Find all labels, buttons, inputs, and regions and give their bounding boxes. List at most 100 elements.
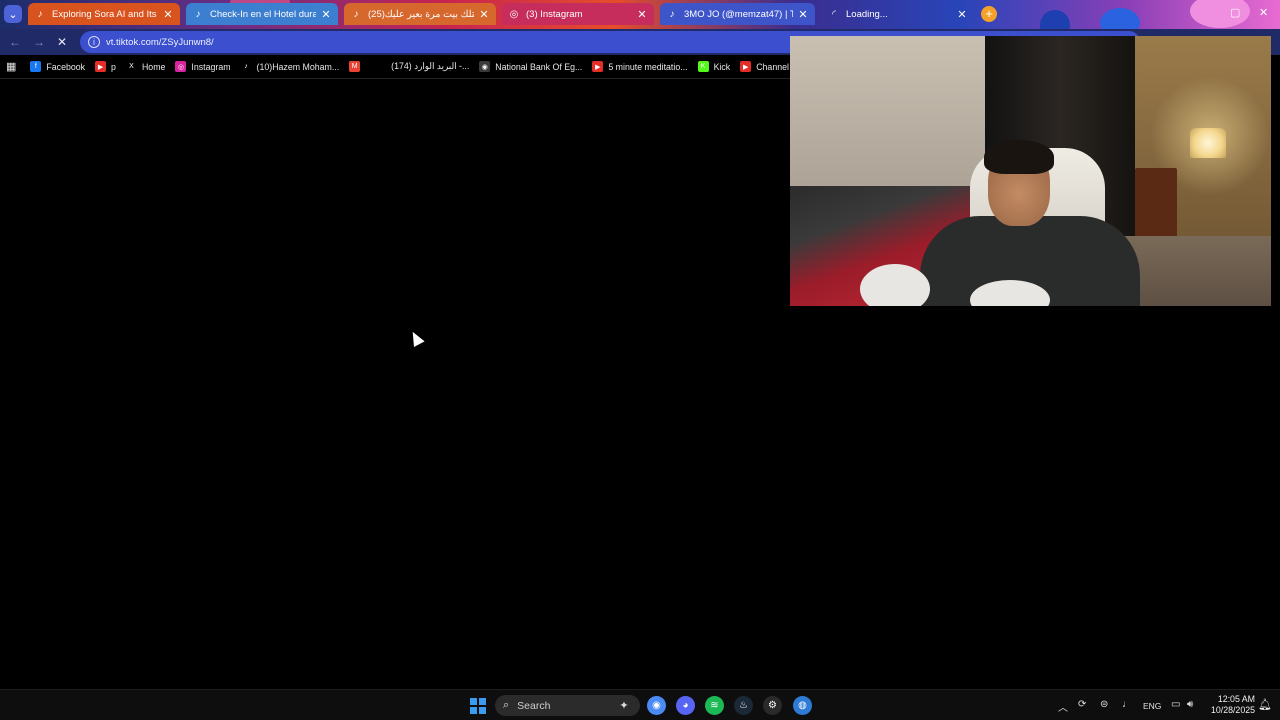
instagram-icon: ◎	[509, 8, 519, 20]
notification-bell-icon[interactable]: 🔔︎	[1258, 698, 1272, 711]
bookmark-label: p	[111, 61, 116, 72]
bookmark-label: Home	[141, 61, 166, 72]
bookmark-favicon-icon: ◎	[175, 61, 187, 72]
bookmark-favicon-icon: X	[125, 61, 137, 72]
bookmark-item[interactable]: ▶ 5 minute meditatio...	[592, 61, 688, 72]
back-button[interactable]: ←	[9, 35, 21, 49]
tab-3[interactable]: ◎ (3) Instagram ✕	[502, 3, 654, 25]
chrome-taskbar-icon[interactable]: ◉	[647, 696, 666, 715]
tiktok-icon: ♪	[37, 8, 43, 20]
bookmark-favicon-icon: K	[697, 61, 709, 72]
loading-icon: ◜	[832, 8, 836, 20]
clock-date: 10/28/2025	[1210, 705, 1255, 715]
tiktok-icon: ♪	[669, 8, 675, 20]
site-info-icon[interactable]: i	[88, 36, 100, 48]
tab-5-active[interactable]: ◜ Loading... ✕	[822, 3, 974, 25]
close-icon[interactable]: ✕	[320, 8, 332, 21]
tiktok-icon: ♪	[195, 8, 201, 20]
bookmark-item[interactable]: (174) البريد الوارد -...	[375, 61, 469, 72]
bookmark-item[interactable]: f Facebook	[30, 61, 85, 72]
show-hidden-icons-icon[interactable]: ︿	[1058, 699, 1068, 714]
volume-icon[interactable]: 🔊︎	[1187, 699, 1193, 710]
screen: ⌄ ♪ Exploring Sora AI and Its Appli ✕ ♪ …	[0, 0, 1280, 720]
sync-icon[interactable]: ⟳	[1078, 699, 1086, 710]
bookmark-item[interactable]: M	[349, 61, 365, 72]
bookmark-label: 5 minute meditatio...	[608, 61, 688, 72]
bookmark-item[interactable]: K Kick	[697, 61, 731, 72]
tab-strip: ⌄ ♪ Exploring Sora AI and Its Appli ✕ ♪ …	[0, 0, 1280, 29]
bookmark-favicon-icon: ▶	[592, 61, 604, 72]
globe-taskbar-icon[interactable]: ◍	[793, 696, 812, 715]
bookmark-item[interactable]: ♪ (10)Hazem Moham...	[240, 61, 339, 72]
theme-decoration	[1040, 10, 1070, 29]
tab-title: (3) Instagram	[526, 8, 583, 20]
search-icon: ⌕	[503, 699, 510, 711]
bookmark-favicon-icon: M	[349, 61, 361, 72]
taskbar: ⌕ Search ✦ ◉ ◕ ≋ ♨ ⚙ ◍ ︿ ⟳ ⊜ ♩ ENG ▭ 🔊︎ 12:05…	[0, 689, 1280, 720]
start-button[interactable]	[470, 698, 486, 714]
bookmarks-bar: ▦ f Facebook ▶ p X Home ◎ Instagram ♪ (10)Hazem M…	[0, 55, 838, 79]
tiktok-icon: ♪	[353, 8, 359, 20]
clock-time: 12:05 AM	[1217, 694, 1255, 704]
new-tab-button[interactable]: +	[981, 6, 997, 22]
windows-logo-icon	[470, 707, 477, 714]
close-icon[interactable]: ✕	[162, 8, 174, 21]
tab-search-button[interactable]: ⌄	[4, 5, 22, 23]
bookmark-label: Instagram	[191, 61, 231, 72]
search-placeholder: Search	[517, 699, 551, 712]
tab-title: 3MO JO (@memzat47) | TikTok	[684, 8, 793, 20]
microphone-icon[interactable]: ♩	[1122, 699, 1132, 710]
bookmark-list: f Facebook ▶ p X Home ◎ Instagram ♪ (10)Hazem Moh…	[30, 61, 848, 72]
bookmark-favicon-icon: ▶	[95, 61, 107, 72]
mouse-cursor-icon	[407, 329, 425, 347]
gamepad-icon[interactable]: ⊜	[1100, 699, 1108, 710]
restore-icon[interactable]: ▢	[1230, 6, 1240, 19]
close-window-icon[interactable]: ✕	[1259, 6, 1268, 19]
person-hair	[984, 140, 1054, 174]
bookmark-item[interactable]: X Home	[125, 61, 166, 72]
windows-logo-icon	[470, 698, 477, 705]
bookmark-favicon-icon	[375, 61, 387, 72]
bookmark-label: Kick	[713, 61, 731, 72]
clock[interactable]: 12:05 AM 10/28/2025	[1205, 694, 1255, 716]
dresser	[1135, 168, 1177, 238]
tab-title: Loading...	[846, 8, 888, 20]
bookmark-label: National Bank Of Eg...	[495, 61, 583, 72]
bookmark-item[interactable]: ▶ p	[95, 61, 116, 72]
spotify-taskbar-icon[interactable]: ≋	[705, 696, 724, 715]
search-highlight-icon: ✦	[619, 699, 629, 712]
tab-title: Check-In en el Hotel durante El	[210, 8, 316, 20]
theme-decoration	[1190, 0, 1250, 28]
bookmark-item[interactable]: ◎ Instagram	[175, 61, 231, 72]
apps-grid-icon[interactable]: ▦	[6, 60, 16, 73]
tab-title: Exploring Sora AI and Its Appli	[52, 8, 158, 20]
bookmark-favicon-icon: ▶	[740, 61, 752, 72]
url-text[interactable]: vt.tiktok.com/ZSyJunwn8/	[106, 37, 214, 48]
theme-decoration	[1100, 8, 1140, 29]
tab-2[interactable]: ♪ (25)قولتلك بيت مرة بعير عليك | ✕	[344, 3, 496, 25]
network-icon[interactable]: ▭	[1171, 699, 1180, 710]
close-icon[interactable]: ✕	[478, 8, 490, 21]
webcam-overlay	[790, 36, 1271, 306]
tab-title: (25)قولتلك بيت مرة بعير عليك |	[368, 8, 474, 20]
bookmark-favicon-icon: f	[30, 61, 42, 72]
discord-taskbar-icon[interactable]: ◕	[676, 696, 695, 715]
forward-button[interactable]: →	[33, 35, 45, 49]
language-indicator[interactable]: ENG	[1143, 701, 1161, 711]
bookmark-label: (174) البريد الوارد -...	[391, 61, 470, 71]
lamp	[1190, 128, 1226, 158]
app-taskbar-icon[interactable]: ⚙	[763, 696, 782, 715]
bookmark-favicon-icon: ♪	[240, 61, 252, 72]
tab-4[interactable]: ♪ 3MO JO (@memzat47) | TikTok ✕	[660, 3, 815, 25]
tab-1[interactable]: ♪ Check-In en el Hotel durante El ✕	[186, 3, 338, 25]
bookmark-item[interactable]: ◉ National Bank Of Eg...	[479, 61, 582, 72]
bookmark-label: Facebook	[46, 61, 86, 72]
steam-taskbar-icon[interactable]: ♨	[734, 696, 753, 715]
close-icon[interactable]: ✕	[956, 8, 968, 21]
tab-0[interactable]: ♪ Exploring Sora AI and Its Appli ✕	[28, 3, 180, 25]
close-icon[interactable]: ✕	[636, 8, 648, 21]
taskbar-search[interactable]: ⌕ Search ✦	[495, 695, 640, 716]
person-knee	[860, 264, 930, 306]
stop-loading-button[interactable]: ✕	[57, 35, 67, 49]
close-icon[interactable]: ✕	[797, 8, 809, 21]
